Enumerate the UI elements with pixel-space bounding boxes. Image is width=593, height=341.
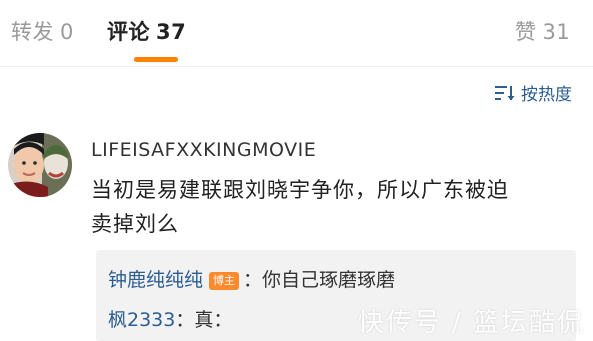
tab-like-count: 31 <box>542 20 571 44</box>
comment-username[interactable]: LIFEISAFXXKINGMOVIE <box>91 139 316 161</box>
tab-repost-count: 0 <box>60 20 74 44</box>
reply-text: ：真： <box>175 309 233 331</box>
tab-bar: 转发 0 评论 37 赞 31 <box>0 0 593 67</box>
reply-text: ：你自己琢磨琢磨 <box>243 269 396 291</box>
sort-label: 按热度 <box>521 85 572 105</box>
reply-username[interactable]: 钟鹿纯纯纯 <box>108 269 203 291</box>
reply-username[interactable]: 枫2333 <box>108 309 175 331</box>
avatar[interactable] <box>8 133 72 197</box>
author-badge: 博主 <box>209 272 240 290</box>
tab-like[interactable]: 赞 31 <box>515 16 570 46</box>
tab-like-label: 赞 <box>515 20 537 44</box>
tab-repost-label: 转发 <box>11 20 54 44</box>
sort-by-hot-button[interactable]: 按热度 <box>495 80 572 105</box>
active-tab-indicator <box>134 57 178 62</box>
tab-repost[interactable]: 转发 0 <box>11 16 74 46</box>
reply-item[interactable]: 钟鹿纯纯纯 博主 ：你自己琢磨琢磨 <box>108 265 395 292</box>
reply-item[interactable]: 枫2333：真： <box>108 305 232 332</box>
tab-comment[interactable]: 评论 37 <box>107 16 186 46</box>
sort-lines-icon <box>495 85 515 100</box>
tab-comment-label: 评论 <box>107 20 150 44</box>
comment-text: 当初是易建联跟刘晓宇争你，所以广东被迫卖掉刘么 <box>91 178 509 236</box>
tab-comment-count: 37 <box>156 20 187 44</box>
user-avatar <box>8 133 72 197</box>
watermark: 快传号 / 篮坛酷侃 <box>357 308 585 338</box>
